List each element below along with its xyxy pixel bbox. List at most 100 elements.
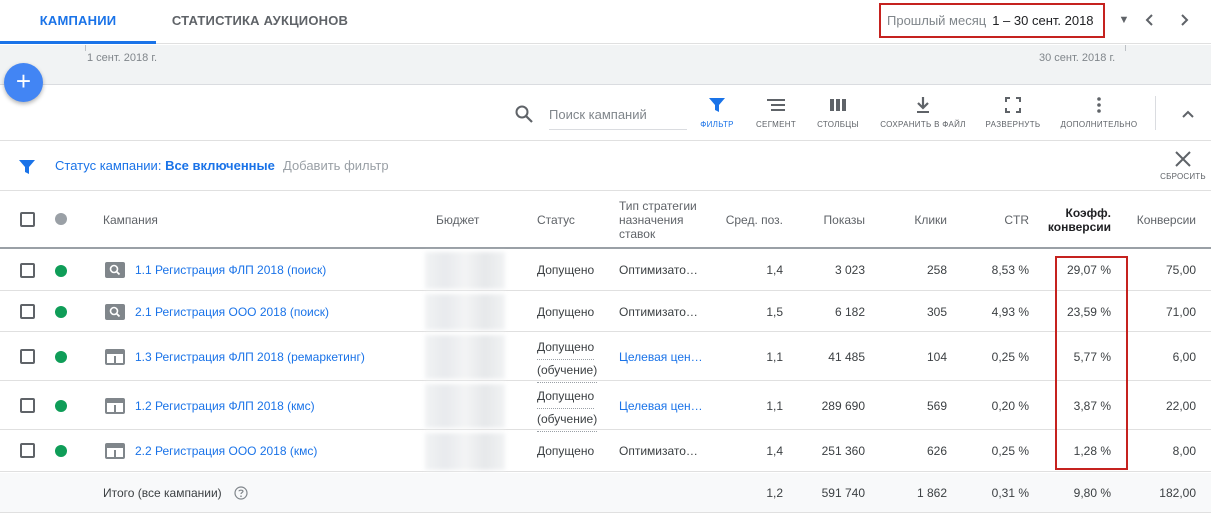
row-conversions: 6,00 (1172, 350, 1196, 364)
row-ctr: 8,53 % (991, 263, 1029, 277)
budget-blurred (425, 433, 505, 470)
row-checkbox[interactable] (20, 349, 35, 364)
status-learning: (обучение) (537, 360, 598, 383)
row-conv-rate: 3,87 % (1073, 399, 1111, 413)
date-range-value: 1 – 30 сент. 2018 (992, 13, 1094, 28)
filter-button[interactable]: ФИЛЬТР (696, 96, 738, 129)
help-icon[interactable] (234, 486, 248, 500)
row-status[interactable]: Допущено (обучение) (537, 386, 598, 432)
add-filter-button[interactable]: Добавить фильтр (283, 158, 389, 173)
row-avg-pos: 1,4 (766, 444, 783, 458)
row-impressions: 3 023 (834, 263, 865, 277)
col-impressions[interactable]: Показы (785, 213, 865, 227)
search-campaign-icon (105, 262, 125, 278)
segment-button[interactable]: СЕГМЕНТ (751, 96, 801, 129)
row-checkbox[interactable] (20, 443, 35, 458)
search-campaign-icon (105, 304, 125, 320)
row-strategy: Оптимизато… (619, 263, 698, 277)
col-strategy-line3: ставок (619, 227, 656, 241)
col-avg-pos[interactable]: Сред. поз. (703, 213, 783, 227)
col-strategy[interactable]: Тип стратегии назначения ставок (619, 199, 697, 241)
date-range-picker[interactable]: Прошлый месяц 1 – 30 сент. 2018 (879, 3, 1105, 38)
status-text: Допущено (537, 386, 595, 409)
status-enabled-dot (55, 400, 67, 412)
col-campaign[interactable]: Кампания (103, 213, 158, 227)
row-clicks: 258 (926, 263, 947, 277)
row-conversions: 22,00 (1165, 399, 1196, 413)
row-clicks: 569 (926, 399, 947, 413)
toolbar-divider (1155, 96, 1156, 130)
timeline-tick (85, 45, 86, 51)
fullscreen-icon (1005, 97, 1021, 113)
row-clicks: 104 (926, 350, 947, 364)
row-conv-rate: 1,28 % (1073, 444, 1111, 458)
row-strategy-link[interactable]: Целевая цен… (619, 399, 703, 413)
budget-blurred (425, 294, 505, 330)
col-conv-rate-line1: Коэфф. (1065, 206, 1111, 220)
display-campaign-icon (105, 349, 125, 365)
segment-button-label: СЕГМЕНТ (755, 120, 797, 129)
row-strategy-link[interactable]: Целевая цен… (619, 350, 703, 364)
chevron-right-icon[interactable] (1174, 10, 1194, 30)
more-vert-icon (1097, 97, 1101, 113)
col-ctr[interactable]: CTR (949, 213, 1029, 227)
expand-button[interactable]: РАЗВЕРНУТЬ (981, 96, 1045, 129)
expand-button-label: РАЗВЕРНУТЬ (985, 120, 1041, 129)
timeline-end-date: 30 сент. 2018 г. (1039, 52, 1116, 64)
chevron-left-icon[interactable] (1140, 10, 1160, 30)
col-conversions[interactable]: Конверсии (1116, 213, 1196, 227)
more-button[interactable]: ДОПОЛНИТЕЛЬНО (1058, 96, 1140, 129)
campaign-name-link[interactable]: 2.2 Регистрация ООО 2018 (кмс) (135, 444, 317, 458)
row-impressions: 251 360 (821, 444, 865, 458)
search-underline (549, 129, 687, 130)
row-status: Допущено (537, 444, 595, 458)
status-enabled-dot (55, 306, 67, 318)
select-all-checkbox[interactable] (20, 212, 35, 227)
row-checkbox[interactable] (20, 263, 35, 278)
row-ctr: 0,20 % (991, 399, 1029, 413)
table-row: 1.1 Регистрация ФЛП 2018 (поиск) Допущен… (0, 250, 1211, 291)
row-status[interactable]: Допущено (обучение) (537, 337, 598, 383)
tab-campaigns[interactable]: КАМПАНИИ (0, 0, 156, 44)
row-avg-pos: 1,1 (766, 399, 783, 413)
chevron-up-icon[interactable] (1178, 104, 1198, 124)
col-status[interactable]: Статус (537, 213, 575, 227)
filter-button-label: ФИЛЬТР (700, 120, 734, 129)
download-button[interactable]: СОХРАНИТЬ В ФАЙЛ (876, 96, 970, 129)
row-strategy: Оптимизато… (619, 305, 698, 319)
filter-chip-prefix: Статус кампании: (55, 158, 162, 173)
dropdown-caret-icon[interactable]: ▼ (1117, 14, 1131, 28)
totals-label: Итого (все кампании) (103, 486, 222, 500)
row-checkbox[interactable] (20, 304, 35, 319)
reset-filters-button[interactable]: СБРОСИТЬ (1156, 150, 1210, 181)
timeline-start-date: 1 сент. 2018 г. (87, 52, 158, 64)
row-strategy: Оптимизато… (619, 444, 698, 458)
date-range-label: Прошлый месяц (887, 13, 987, 28)
tab-auction-insights[interactable]: СТАТИСТИКА АУКЦИОНОВ (170, 0, 350, 44)
timeline-strip: 1 сент. 2018 г. 30 сент. 2018 г. (0, 45, 1211, 85)
status-enabled-dot (55, 265, 67, 277)
campaign-status-filter-chip[interactable]: Статус кампании: Все включенные (55, 158, 275, 173)
campaign-name-link[interactable]: 1.1 Регистрация ФЛП 2018 (поиск) (135, 263, 326, 277)
more-button-label: ДОПОЛНИТЕЛЬНО (1060, 120, 1138, 129)
campaign-name-link[interactable]: 1.2 Регистрация ФЛП 2018 (кмс) (135, 399, 315, 413)
table-row: 1.3 Регистрация ФЛП 2018 (ремаркетинг) Д… (0, 333, 1211, 383)
campaign-name-link[interactable]: 2.1 Регистрация ООО 2018 (поиск) (135, 305, 329, 319)
search-campaigns-input[interactable] (549, 103, 687, 125)
row-checkbox[interactable] (20, 398, 35, 413)
totals-conv-rate: 9,80 % (1073, 486, 1111, 500)
row-status: Допущено (537, 263, 595, 277)
totals-clicks: 1 862 (916, 486, 947, 500)
columns-button[interactable]: СТОЛБЦЫ (813, 96, 863, 129)
col-conv-rate[interactable]: Коэфф. конверсии (1031, 206, 1111, 234)
col-clicks[interactable]: Клики (867, 213, 947, 227)
filter-icon (709, 98, 725, 112)
budget-blurred (425, 384, 505, 428)
campaign-name-link[interactable]: 1.3 Регистрация ФЛП 2018 (ремаркетинг) (135, 350, 365, 364)
budget-blurred (425, 335, 505, 379)
download-icon (917, 97, 929, 113)
col-budget[interactable]: Бюджет (436, 213, 479, 227)
row-conv-rate: 5,77 % (1073, 350, 1111, 364)
totals-row: Итого (все кампании) 1,2 591 740 1 862 0… (0, 473, 1211, 513)
filter-bar: Статус кампании: Все включенные Добавить… (0, 142, 1211, 191)
